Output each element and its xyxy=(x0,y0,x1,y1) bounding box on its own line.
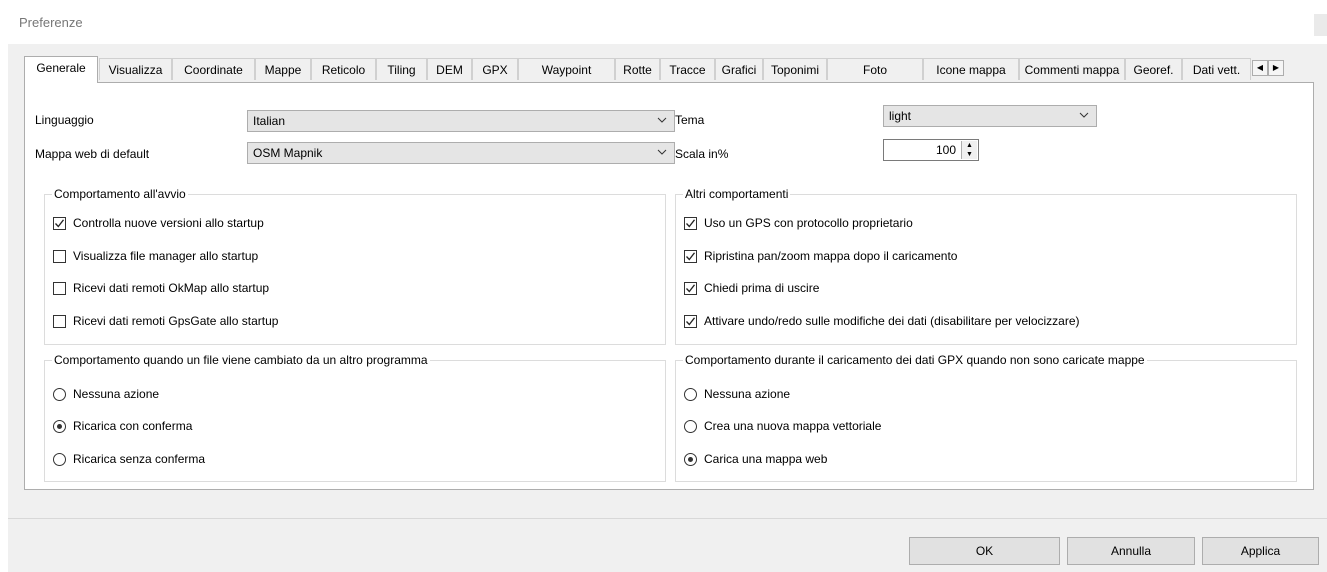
title-bar: Preferenze xyxy=(0,0,1327,44)
option-label: Crea una nuova mappa vettoriale xyxy=(704,419,882,433)
theme-select[interactable]: light xyxy=(883,105,1097,127)
radio-button[interactable] xyxy=(53,420,66,433)
option-label: Nessuna azione xyxy=(704,387,791,401)
checkbox[interactable] xyxy=(53,315,66,328)
tab-toponimi[interactable]: Toponimi xyxy=(763,58,827,80)
chevron-down-icon xyxy=(657,149,667,155)
checkmark-icon xyxy=(686,219,696,228)
tab-scroll-right-icon[interactable]: ▶ xyxy=(1268,60,1284,76)
checkbox[interactable] xyxy=(684,217,697,230)
webmap-value: OSM Mapnik xyxy=(253,146,323,160)
file-change-legend: Comportamento quando un file viene cambi… xyxy=(54,353,428,367)
tab-visualizza[interactable]: Visualizza xyxy=(99,58,172,80)
spin-down-icon[interactable]: ▼ xyxy=(962,150,977,159)
checkbox[interactable] xyxy=(53,217,66,230)
radio-button[interactable] xyxy=(684,388,697,401)
webmap-label: Mappa web di default xyxy=(35,147,150,161)
option-label: Ripristina pan/zoom mappa dopo il carica… xyxy=(704,249,958,263)
tab-grafici[interactable]: Grafici xyxy=(715,58,763,80)
theme-value: light xyxy=(889,109,912,123)
option-label: Nessuna azione xyxy=(73,387,160,401)
radio-button[interactable] xyxy=(684,453,697,466)
radio-button[interactable] xyxy=(684,420,697,433)
tab-panel-generale: Linguaggio Italian Mappa web di default … xyxy=(24,82,1314,490)
tab-dem[interactable]: DEM xyxy=(427,58,472,80)
close-button[interactable] xyxy=(1314,14,1327,36)
checkmark-icon xyxy=(686,252,696,261)
footer-separator xyxy=(8,518,1327,519)
tab-commenti-mappa[interactable]: Commenti mappa xyxy=(1019,58,1125,80)
option-label: Attivare undo/redo sulle modifiche dei d… xyxy=(704,314,1080,328)
gpx-loading-legend: Comportamento durante il caricamento dei… xyxy=(685,353,1145,367)
tab-waypoint[interactable]: Waypoint xyxy=(518,58,615,80)
scale-spin-buttons: ▲ ▼ xyxy=(961,141,977,159)
startup-group-legend: Comportamento all'avvio xyxy=(54,187,186,201)
option-label: Ricarica con conferma xyxy=(73,419,193,433)
radio-button[interactable] xyxy=(53,453,66,466)
radio-button[interactable] xyxy=(53,388,66,401)
option-label: Controlla nuove versioni allo startup xyxy=(73,216,264,230)
checkbox[interactable] xyxy=(684,315,697,328)
checkmark-icon xyxy=(686,317,696,326)
language-value: Italian xyxy=(253,114,286,128)
option-label: Ricevi dati remoti GpsGate allo startup xyxy=(73,314,279,328)
option-label: Chiedi prima di uscire xyxy=(704,281,820,295)
chevron-down-icon xyxy=(1079,112,1089,118)
tab-tracce[interactable]: Tracce xyxy=(660,58,715,80)
scale-label: Scala in% xyxy=(675,147,729,161)
tab-tiling[interactable]: Tiling xyxy=(376,58,427,80)
webmap-select[interactable]: OSM Mapnik xyxy=(247,142,675,164)
option-label: Ricevi dati remoti OkMap allo startup xyxy=(73,281,270,295)
ok-button[interactable]: OK xyxy=(909,537,1060,565)
window-title: Preferenze xyxy=(19,15,83,30)
option-label: Ricarica senza conferma xyxy=(73,452,206,466)
other-behaviors-legend: Altri comportamenti xyxy=(685,187,789,201)
tab-rotte[interactable]: Rotte xyxy=(615,58,660,80)
chevron-down-icon xyxy=(657,117,667,123)
tab-generale[interactable]: Generale xyxy=(24,56,98,83)
checkbox[interactable] xyxy=(684,250,697,263)
scale-value: 100 xyxy=(935,143,956,157)
tab-dati-vett[interactable]: Dati vett. xyxy=(1182,58,1251,80)
tab-georef[interactable]: Georef. xyxy=(1125,58,1182,80)
tab-icone-mappa[interactable]: Icone mappa xyxy=(923,58,1019,80)
checkmark-icon xyxy=(686,284,696,293)
tab-strip: Generale Visualizza Coordinate Mappe Ret… xyxy=(24,56,1314,83)
checkmark-icon xyxy=(55,219,65,228)
checkbox[interactable] xyxy=(53,250,66,263)
checkbox[interactable] xyxy=(53,282,66,295)
option-label: Carica una mappa web xyxy=(704,452,828,466)
tab-mappe[interactable]: Mappe xyxy=(255,58,311,80)
language-select[interactable]: Italian xyxy=(247,110,675,132)
language-label: Linguaggio xyxy=(35,113,94,127)
tab-reticolo[interactable]: Reticolo xyxy=(311,58,376,80)
tab-gpx[interactable]: GPX xyxy=(472,58,518,80)
checkbox[interactable] xyxy=(684,282,697,295)
option-label: Uso un GPS con protocollo proprietario xyxy=(704,216,913,230)
cancel-button[interactable]: Annulla xyxy=(1067,537,1195,565)
option-label: Visualizza file manager allo startup xyxy=(73,249,259,263)
theme-label: Tema xyxy=(675,113,705,127)
tab-coordinate[interactable]: Coordinate xyxy=(172,58,255,80)
tab-scroll-left-icon[interactable]: ◀ xyxy=(1252,60,1268,76)
tab-foto[interactable]: Foto xyxy=(827,58,923,80)
apply-button[interactable]: Applica xyxy=(1202,537,1319,565)
scale-stepper[interactable]: 100 ▲ ▼ xyxy=(883,139,979,161)
